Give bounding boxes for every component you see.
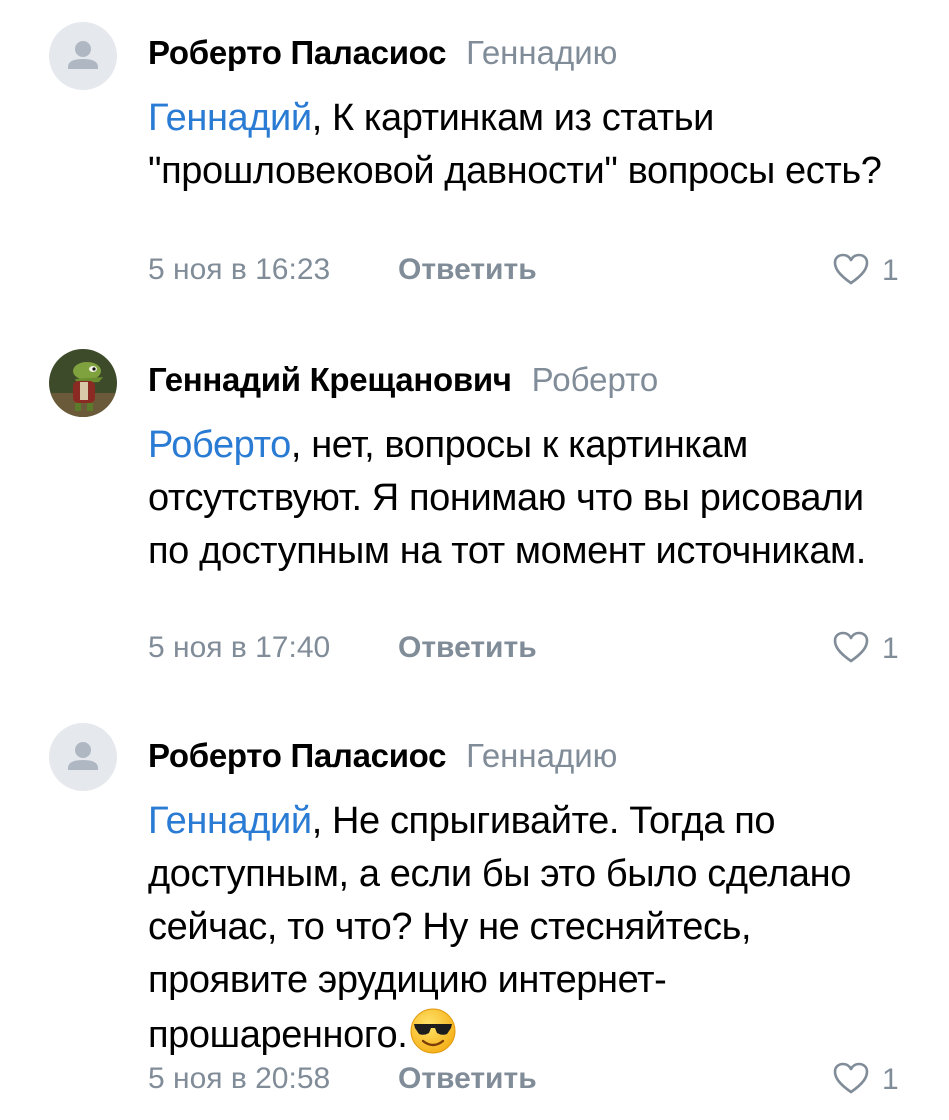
like-button[interactable]: 1: [832, 631, 899, 667]
reply-button[interactable]: Ответить: [398, 630, 537, 666]
author-name[interactable]: Роберто Паласиос: [148, 34, 446, 71]
reply-to-name[interactable]: Геннадию: [466, 737, 617, 774]
author-name[interactable]: Геннадий Крещанович: [148, 361, 512, 398]
comment-text: Роберто, нет, вопросы к картинкам отсутс…: [148, 419, 888, 578]
mention-link[interactable]: Геннадий: [148, 800, 312, 842]
comment-header: Роберто Паласиос Геннадию: [148, 736, 617, 776]
reply-button[interactable]: Ответить: [398, 1061, 537, 1097]
reply-to-name[interactable]: Роберто: [532, 361, 659, 398]
sunglasses-emoji-icon: [409, 1007, 457, 1055]
like-count: 1: [882, 632, 899, 665]
like-count: 1: [882, 254, 899, 287]
like-button[interactable]: 1: [832, 1062, 899, 1098]
heart-icon: [832, 630, 870, 669]
comment-date[interactable]: 5 ноя в 20:58: [148, 1061, 330, 1097]
placeholder-avatar-icon[interactable]: [49, 723, 117, 791]
comment-header: Роберто Паласиос Геннадию: [148, 33, 617, 73]
heart-icon: [832, 252, 870, 291]
crocodile-photo-avatar[interactable]: [49, 349, 117, 417]
comment-date[interactable]: 5 ноя в 16:23: [148, 252, 330, 288]
like-count: 1: [882, 1063, 899, 1096]
reply-to-name[interactable]: Геннадию: [466, 34, 617, 71]
mention-link[interactable]: Геннадий: [148, 97, 312, 139]
mention-link[interactable]: Роберто: [148, 424, 291, 466]
like-button[interactable]: 1: [832, 253, 899, 289]
comment-text: Геннадий, Не спрыгивайте. Тогда по досту…: [148, 795, 888, 1062]
placeholder-avatar-icon[interactable]: [49, 22, 117, 90]
comment-date[interactable]: 5 ноя в 17:40: [148, 630, 330, 666]
heart-icon: [832, 1061, 870, 1100]
author-name[interactable]: Роберто Паласиос: [148, 737, 446, 774]
comment-header: Геннадий Крещанович Роберто: [148, 360, 658, 400]
reply-button[interactable]: Ответить: [398, 252, 537, 288]
comment-text: Геннадий, К картинкам из статьи "прошлов…: [148, 92, 888, 198]
